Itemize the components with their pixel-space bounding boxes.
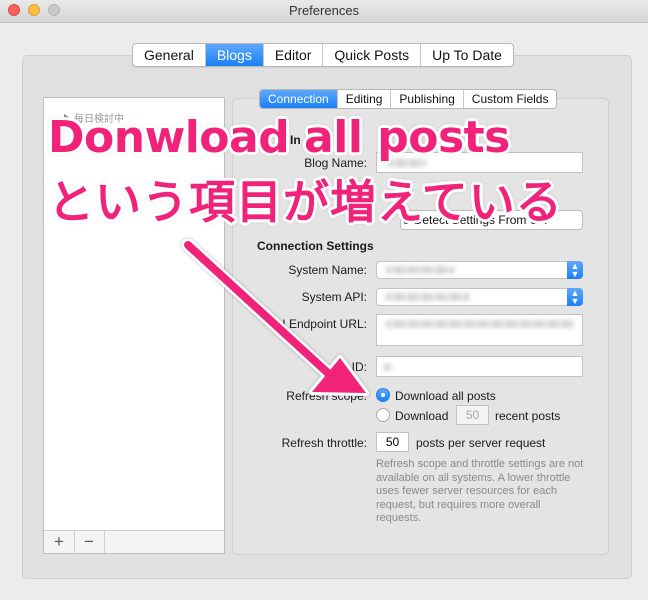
annotation-arrow-icon <box>181 238 369 396</box>
